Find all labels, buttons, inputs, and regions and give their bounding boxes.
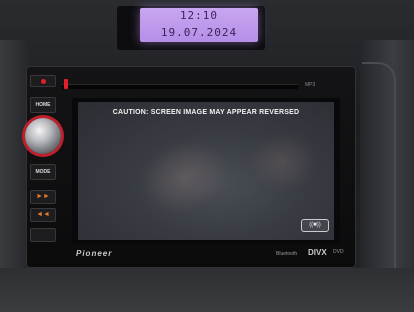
disc-slot [62, 84, 298, 89]
bottom-shelf [0, 268, 414, 312]
screen-reflection-2 [248, 132, 318, 192]
caution-message: CAUTION: SCREEN IMAGE MAY APPEAR REVERSE… [112, 109, 300, 116]
clock-date: 19.07.2024 [160, 26, 238, 39]
eject-button[interactable] [30, 228, 56, 242]
dvd-logo: DVD [333, 249, 344, 255]
slot-indicator-led [64, 79, 68, 89]
mode-button[interactable]: MODE [30, 164, 56, 180]
mp3-label: MP3 [305, 82, 316, 88]
right-bezel [362, 62, 396, 290]
pioneer-logo: Pioneer [76, 249, 113, 258]
previous-track-button[interactable]: ◄◄ [30, 208, 56, 222]
home-button[interactable]: HOME [30, 97, 56, 113]
divx-logo: DIVX [308, 248, 327, 257]
screen-reflection [130, 128, 240, 226]
camera-toggle-icon[interactable]: ((■)) [301, 219, 329, 232]
volume-knob[interactable] [25, 118, 61, 154]
bluetooth-logo: Bluetooth [276, 251, 298, 257]
clock-time: 12:10 [179, 9, 219, 22]
touchscreen[interactable]: CAUTION: SCREEN IMAGE MAY APPEAR REVERSE… [78, 102, 334, 240]
clock-display: 12:10 19.07.2024 [140, 8, 258, 42]
power-button[interactable] [30, 75, 56, 87]
next-track-button[interactable]: ►► [30, 190, 56, 204]
